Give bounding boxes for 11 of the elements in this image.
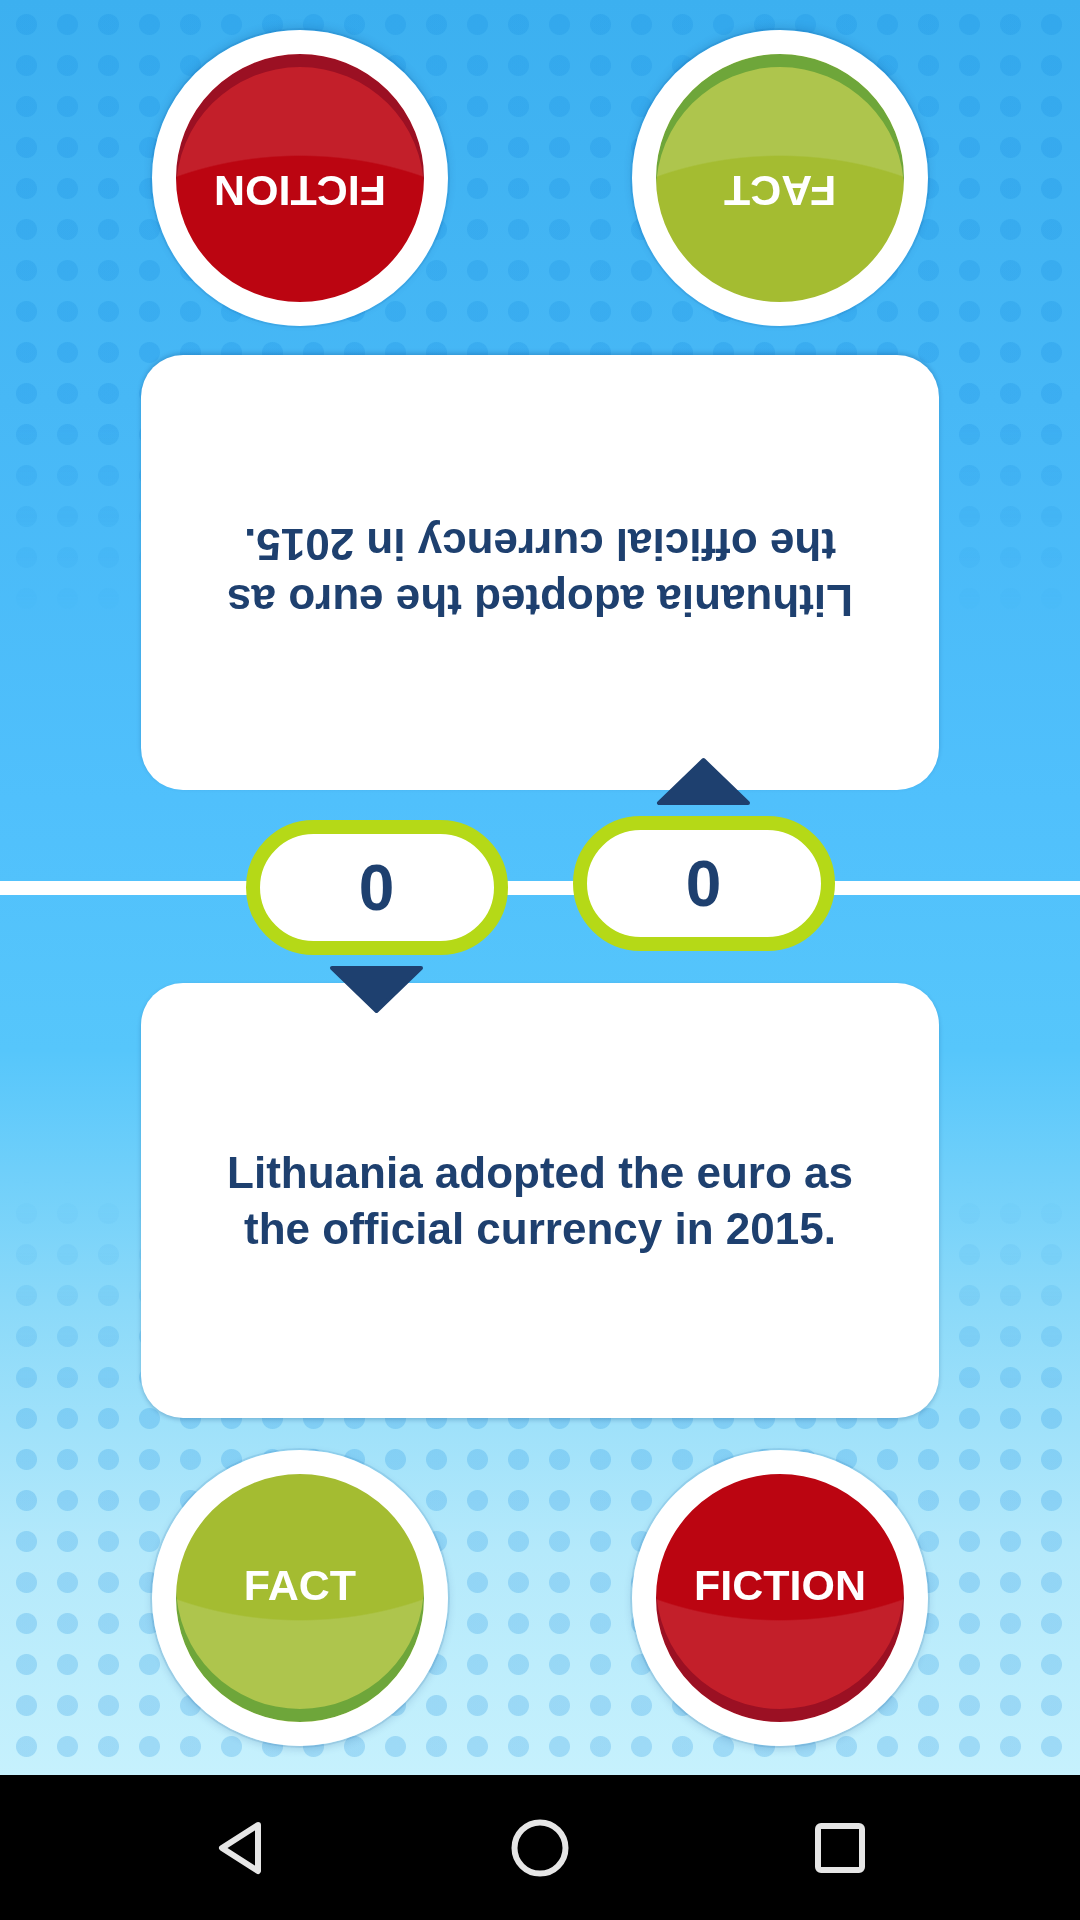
pointer-icon <box>328 965 424 1014</box>
recents-icon[interactable] <box>815 1822 865 1873</box>
score-value: 0 <box>685 851 722 916</box>
score-value: 0 <box>358 855 395 920</box>
statement-text: Lithuania adopted the euro as the official currency in 2015. <box>226 1146 854 1255</box>
back-icon[interactable] <box>216 1819 264 1876</box>
statement-text: Lithuania adopted the euro as the official currency in 2015. <box>226 519 854 628</box>
fiction-button[interactable]: FICTION <box>152 30 448 326</box>
home-icon[interactable] <box>511 1818 569 1877</box>
pointer-icon <box>655 757 751 806</box>
fiction-button[interactable]: FICTION <box>632 1450 928 1746</box>
